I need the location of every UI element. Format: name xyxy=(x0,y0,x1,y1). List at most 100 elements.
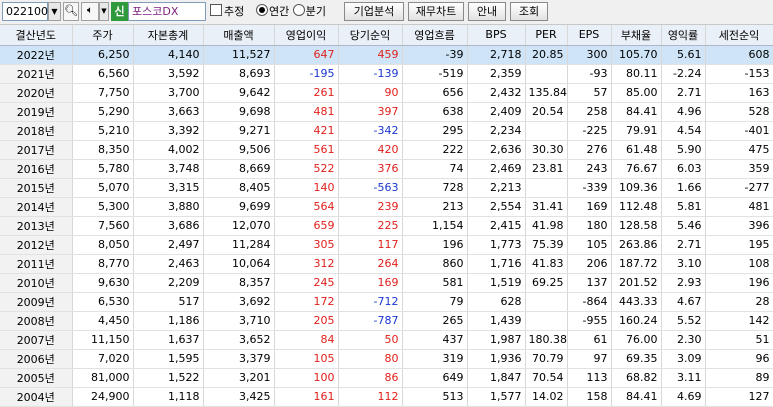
stock-code-input[interactable]: 022100 xyxy=(2,2,48,21)
table-cell: 6,530 xyxy=(72,292,134,312)
table-cell: 3,663 xyxy=(133,102,204,122)
table-row[interactable]: 2022년 6,250 4,140 11,527 647 459 -39 2,718 20.85… xyxy=(0,45,773,65)
table-cell: 638 xyxy=(402,102,468,122)
column-header[interactable]: 영업이익 xyxy=(274,25,339,46)
table-cell: 528 xyxy=(705,102,773,122)
column-header[interactable]: 주가 xyxy=(72,25,134,46)
column-header[interactable]: 매출액 xyxy=(203,25,275,46)
table-cell: 213 xyxy=(402,197,468,217)
table-cell: 1,118 xyxy=(133,387,204,407)
year-cell: 2013년 xyxy=(0,216,73,236)
table-cell: 117 xyxy=(338,235,403,255)
table-cell: 319 xyxy=(402,349,468,369)
table-cell: 11,527 xyxy=(203,45,275,65)
table-cell xyxy=(525,178,568,198)
guide-button[interactable]: 안내 xyxy=(468,2,506,21)
table-cell: 140 xyxy=(274,178,339,198)
table-cell: 1,773 xyxy=(467,235,526,255)
table-cell: 2,359 xyxy=(467,64,526,84)
search-icon[interactable]: 🔍︎ xyxy=(63,2,79,21)
code-dropdown-icon[interactable]: ▼ xyxy=(48,2,61,21)
table-cell: 728 xyxy=(402,178,468,198)
table-row[interactable]: 2020년 7,750 3,700 9,642 261 90 656 2,432 135.84 5… xyxy=(0,83,773,103)
table-cell: 3,379 xyxy=(203,349,275,369)
table-row[interactable]: 2010년 9,630 2,209 8,357 245 169 581 1,519 69.25 1… xyxy=(0,273,773,293)
table-cell: 628 xyxy=(467,292,526,312)
table-row[interactable]: 2019년 5,290 3,663 9,698 481 397 638 2,409 20.54 2… xyxy=(0,102,773,122)
table-row[interactable]: 2011년 8,770 2,463 10,064 312 264 860 1,716 41.83… xyxy=(0,254,773,274)
table-row[interactable]: 2016년 5,780 3,748 8,669 522 376 74 2,469 23.81 24… xyxy=(0,159,773,179)
table-cell: 4,450 xyxy=(72,311,134,331)
column-header[interactable]: 영익률 xyxy=(661,25,706,46)
table-cell: 135.84 xyxy=(525,83,568,103)
quarterly-label: 분기 xyxy=(305,5,326,18)
table-row[interactable]: 2005년 81,000 1,522 3,201 100 86 649 1,847 70.54 1… xyxy=(0,368,773,388)
speaker-icon[interactable]: 🔈︎ xyxy=(81,2,99,21)
analysis-button[interactable]: 기업분석 xyxy=(344,2,404,21)
table-row[interactable]: 2018년 5,210 3,392 9,271 421 -342 295 2,234 -225 7… xyxy=(0,121,773,141)
table-body: 2022년 6,250 4,140 11,527 647 459 -39 2,718 20.85… xyxy=(0,45,773,407)
column-header[interactable]: PER xyxy=(525,25,568,46)
table-cell: 3,700 xyxy=(133,83,204,103)
table-cell: 5.81 xyxy=(661,197,706,217)
table-cell: -342 xyxy=(338,121,403,141)
table-cell: 5,210 xyxy=(72,121,134,141)
table-cell: 312 xyxy=(274,254,339,274)
column-header[interactable]: 세전순익 xyxy=(705,25,773,46)
table-cell: 6.03 xyxy=(661,159,706,179)
table-cell: 2,463 xyxy=(133,254,204,274)
table-cell: 89 xyxy=(705,368,773,388)
table-cell: 163 xyxy=(705,83,773,103)
table-cell: 109.36 xyxy=(611,178,662,198)
table-cell: 158 xyxy=(567,387,612,407)
year-cell: 2012년 xyxy=(0,235,73,255)
table-cell: 3,315 xyxy=(133,178,204,198)
column-header[interactable]: 자본총계 xyxy=(133,25,204,46)
column-header[interactable]: 당기순익 xyxy=(338,25,403,46)
column-header[interactable]: 부채율 xyxy=(611,25,662,46)
table-cell: 265 xyxy=(402,311,468,331)
finance-chart-button[interactable]: 재무차트 xyxy=(408,2,464,21)
table-row[interactable]: 2008년 4,450 1,186 3,710 205 -787 265 1,439 -955 1… xyxy=(0,311,773,331)
table-row[interactable]: 2017년 8,350 4,002 9,506 561 420 222 2,636 30.30 2… xyxy=(0,140,773,160)
table-row[interactable]: 2013년 7,560 3,686 12,070 659 225 1,154 2,415 41.… xyxy=(0,216,773,236)
table-cell: 8,770 xyxy=(72,254,134,274)
estimate-checkbox[interactable]: 추정 xyxy=(210,2,250,21)
table-row[interactable]: 2007년 11,150 1,637 3,652 84 50 437 1,987 180.38 6… xyxy=(0,330,773,350)
year-cell: 2018년 xyxy=(0,121,73,141)
column-header[interactable]: 결산년도 xyxy=(0,25,73,46)
table-cell: 3,652 xyxy=(203,330,275,350)
table-cell: 517 xyxy=(133,292,204,312)
speaker-dropdown-icon[interactable]: ▼ xyxy=(99,2,109,21)
table-cell: 305 xyxy=(274,235,339,255)
table-cell: 69.25 xyxy=(525,273,568,293)
column-header[interactable]: BPS xyxy=(467,25,526,46)
table-cell: 172 xyxy=(274,292,339,312)
table-row[interactable]: 2006년 7,020 1,595 3,379 105 80 319 1,936 70.79 97… xyxy=(0,349,773,369)
table-cell: 4,002 xyxy=(133,140,204,160)
stock-name-field[interactable]: 포스코DX xyxy=(128,2,206,21)
table-cell: 8,350 xyxy=(72,140,134,160)
table-cell: 3,748 xyxy=(133,159,204,179)
table-row[interactable]: 2015년 5,070 3,315 8,405 140 -563 728 2,213 -339 1… xyxy=(0,178,773,198)
table-row[interactable]: 2021년 6,560 3,592 8,693 -195 -139 -519 2,359 -93… xyxy=(0,64,773,84)
table-cell: 50 xyxy=(338,330,403,350)
table-cell: 105 xyxy=(567,235,612,255)
table-row[interactable]: 2012년 8,050 2,497 11,284 305 117 196 1,773 75.39… xyxy=(0,235,773,255)
checkbox-box[interactable] xyxy=(210,4,222,16)
table-row[interactable]: 2004년 24,900 1,118 3,425 161 112 513 1,577 14.02… xyxy=(0,387,773,407)
table-cell: 180.38 xyxy=(525,330,568,350)
column-header[interactable]: 영업흐름 xyxy=(402,25,468,46)
query-button[interactable]: 조회 xyxy=(510,2,548,21)
table-row[interactable]: 2009년 6,530 517 3,692 172 -712 79 628 -864 443.33… xyxy=(0,292,773,312)
quarterly-radio[interactable] xyxy=(292,4,305,16)
year-cell: 2009년 xyxy=(0,292,73,312)
annual-radio[interactable] xyxy=(256,4,268,16)
table-row[interactable]: 2014년 5,300 3,880 9,699 564 239 213 2,554 31.41 1… xyxy=(0,197,773,217)
table-cell: 608 xyxy=(705,45,773,65)
year-cell: 2015년 xyxy=(0,178,73,198)
table-cell: 1,595 xyxy=(133,349,204,369)
table-cell: 9,506 xyxy=(203,140,275,160)
column-header[interactable]: EPS xyxy=(567,25,612,46)
table-cell: 76.00 xyxy=(611,330,662,350)
